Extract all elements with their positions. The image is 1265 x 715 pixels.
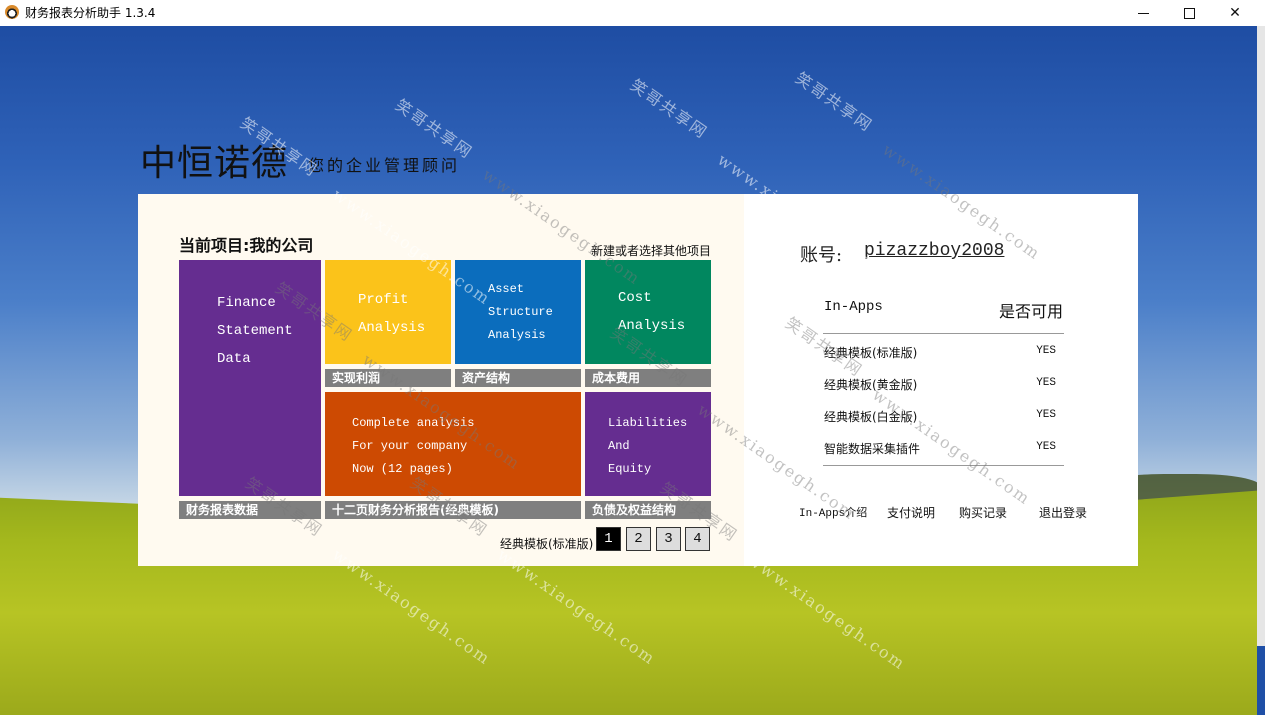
tile-asset-structure[interactable]: Asset Structure Analysis bbox=[455, 260, 581, 364]
tile-label-cost[interactable]: 成本费用 bbox=[585, 369, 711, 387]
maximize-button[interactable] bbox=[1166, 0, 1212, 26]
tile-text: Analysis bbox=[358, 320, 426, 336]
inapp-row: 经典模板(标准版) YES bbox=[824, 344, 1064, 364]
title-bar: 财务报表分析助手 1.3.4 ✕ bbox=[0, 0, 1265, 26]
tile-text: And bbox=[608, 439, 630, 453]
close-icon: ✕ bbox=[1229, 5, 1241, 21]
inapp-status: YES bbox=[1036, 345, 1056, 357]
tile-text: Finance bbox=[217, 295, 276, 311]
page-button-1[interactable]: 1 bbox=[596, 527, 621, 551]
inapp-row: 经典模板(黄金版) YES bbox=[824, 376, 1064, 396]
new-or-select-project-link[interactable]: 新建或者选择其他项目 bbox=[591, 242, 711, 259]
tile-text: Complete analysis bbox=[352, 416, 475, 430]
inapp-name: 智能数据采集插件 bbox=[824, 442, 921, 456]
tile-complete-analysis[interactable]: Complete analysis For your company Now (… bbox=[325, 392, 581, 496]
inapp-name: 经典模板(白金版) bbox=[824, 410, 918, 424]
tile-text: Analysis bbox=[618, 318, 686, 334]
minimize-icon bbox=[1137, 12, 1149, 14]
tile-text: Data bbox=[217, 351, 251, 367]
tile-text: Statement bbox=[217, 323, 293, 339]
close-button[interactable]: ✕ bbox=[1212, 0, 1258, 26]
tile-text: Structure bbox=[488, 305, 553, 319]
page-button-4[interactable]: 4 bbox=[685, 527, 710, 551]
window-edge bbox=[1257, 26, 1265, 715]
account-username-link[interactable]: pizazzboy2008 bbox=[864, 241, 1004, 261]
divider bbox=[823, 465, 1064, 466]
tile-text: Analysis bbox=[488, 328, 546, 342]
inapp-status: YES bbox=[1036, 409, 1056, 421]
tile-text: Cost bbox=[618, 290, 652, 306]
tile-label-asset[interactable]: 资产结构 bbox=[455, 369, 581, 387]
current-project-title: 当前项目:我的公司 bbox=[179, 236, 314, 255]
page-button-2[interactable]: 2 bbox=[626, 527, 651, 551]
purchase-history-link[interactable]: 购买记录 bbox=[959, 504, 1007, 521]
tile-text: For your company bbox=[352, 439, 468, 453]
inapps-header-name: In-Apps bbox=[824, 299, 883, 315]
page-button-3[interactable]: 3 bbox=[656, 527, 681, 551]
tile-liabilities-equity[interactable]: Liabilities And Equity bbox=[585, 392, 711, 496]
window-title: 财务报表分析助手 1.3.4 bbox=[25, 6, 156, 20]
tile-text: Equity bbox=[608, 462, 652, 476]
minimize-button[interactable] bbox=[1120, 0, 1166, 26]
inapps-header-status: 是否可用 bbox=[999, 302, 1064, 321]
inapp-status: YES bbox=[1036, 377, 1056, 389]
tile-label-profit[interactable]: 实现利润 bbox=[325, 369, 451, 387]
logout-link[interactable]: 退出登录 bbox=[1039, 504, 1087, 521]
tile-profit-analysis[interactable]: Profit Analysis bbox=[325, 260, 451, 364]
tile-cost-analysis[interactable]: Cost Analysis bbox=[585, 260, 711, 364]
inapps-intro-link[interactable]: In-Apps介绍 bbox=[799, 504, 867, 520]
tile-label-complete[interactable]: 十二页财务分析报告(经典模板) bbox=[325, 501, 581, 519]
app-icon bbox=[5, 5, 19, 19]
tile-text: Asset bbox=[488, 282, 525, 296]
maximize-icon bbox=[1183, 7, 1195, 19]
template-name: 经典模板(标准版) bbox=[500, 537, 594, 551]
inapp-name: 经典模板(黄金版) bbox=[824, 378, 918, 392]
divider bbox=[823, 333, 1064, 334]
inapp-row: 经典模板(白金版) YES bbox=[824, 408, 1064, 428]
inapp-row: 智能数据采集插件 YES bbox=[824, 440, 1064, 460]
tile-finance-statement-data[interactable]: Finance Statement Data bbox=[179, 260, 321, 496]
brand-slogan: 您的企业管理顾问 bbox=[308, 156, 461, 175]
tile-label-finance[interactable]: 财务报表数据 bbox=[179, 501, 321, 519]
tile-text: Profit bbox=[358, 292, 409, 308]
tile-text: Liabilities bbox=[608, 416, 688, 430]
account-label: 账号: bbox=[800, 245, 843, 266]
payment-info-link[interactable]: 支付说明 bbox=[887, 504, 935, 521]
brand-name: 中恒诺德 bbox=[140, 143, 289, 184]
inapp-name: 经典模板(标准版) bbox=[824, 346, 918, 360]
inapp-status: YES bbox=[1036, 441, 1056, 453]
tile-label-liabilities[interactable]: 负债及权益结构 bbox=[585, 501, 711, 519]
tile-text: Now (12 pages) bbox=[352, 462, 453, 476]
